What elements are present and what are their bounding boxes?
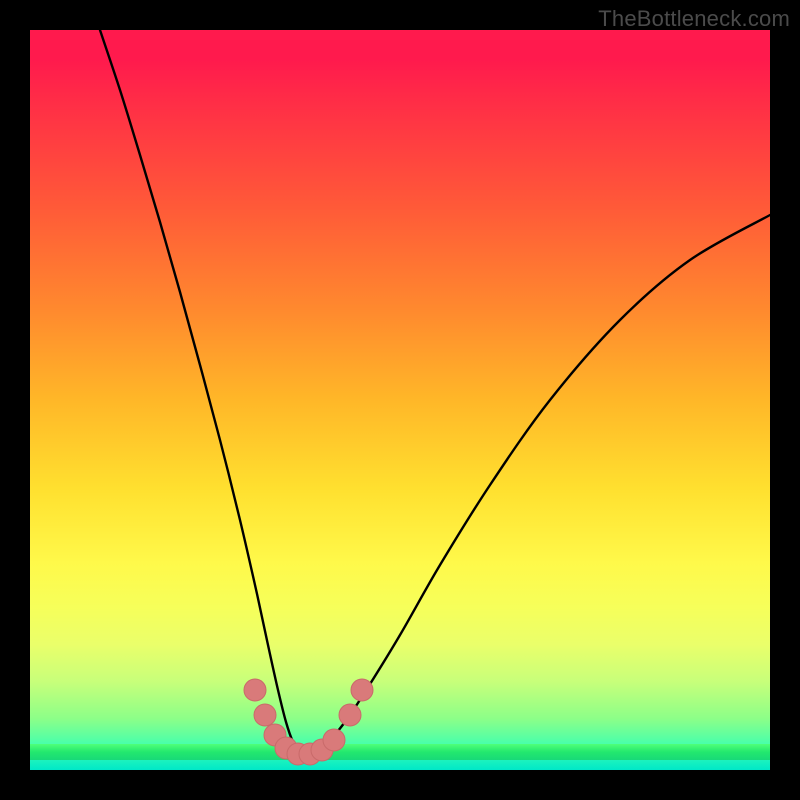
marker-group (244, 679, 373, 765)
curve-marker (351, 679, 373, 701)
curve-marker (254, 704, 276, 726)
bottleneck-curve (100, 30, 770, 754)
curve-marker (323, 729, 345, 751)
watermark-text: TheBottleneck.com (598, 6, 790, 32)
bottleneck-chart (30, 30, 770, 770)
curve-marker (339, 704, 361, 726)
curve-marker (244, 679, 266, 701)
